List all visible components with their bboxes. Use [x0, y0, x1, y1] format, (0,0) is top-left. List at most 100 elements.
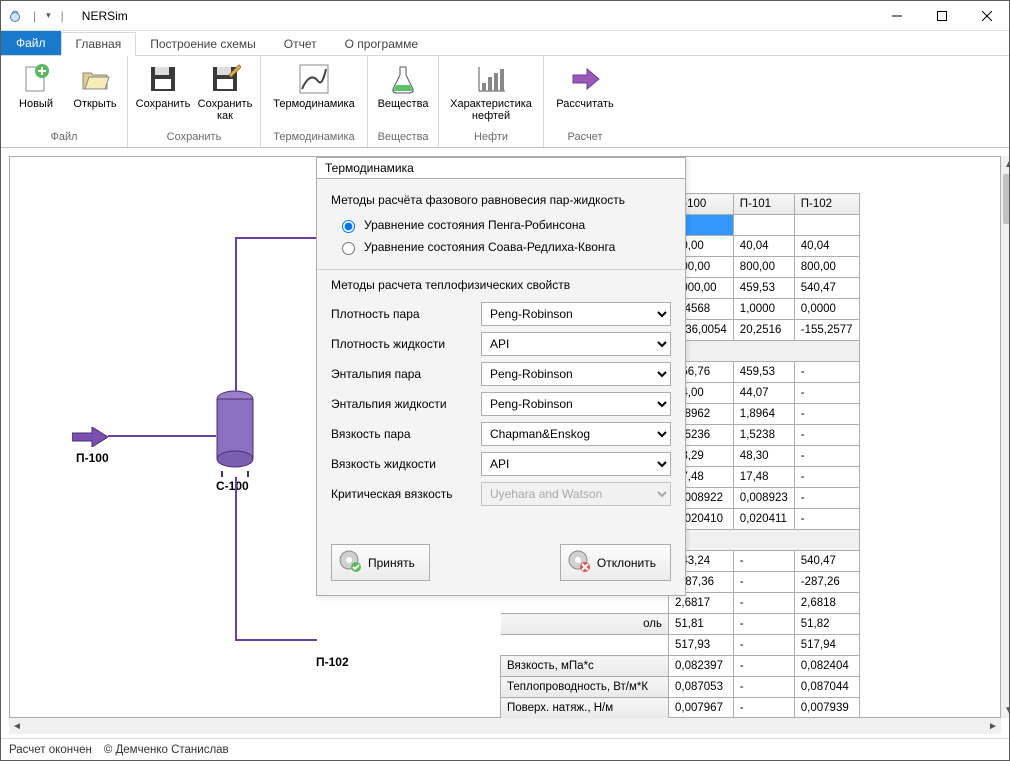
table-cell[interactable]: 0,007939: [794, 698, 859, 719]
open-button[interactable]: Открыть: [69, 60, 121, 110]
section-phase-equilibrium: Методы расчёта фазового равновесия пар-ж…: [331, 193, 671, 207]
tab-about[interactable]: О программе: [331, 33, 432, 55]
tab-file[interactable]: Файл: [1, 31, 61, 55]
col-header-p102[interactable]: П-102: [794, 194, 859, 215]
minimize-button[interactable]: [874, 1, 919, 30]
stream-arrow-p100[interactable]: [72, 427, 108, 447]
table-cell[interactable]: -: [733, 572, 794, 593]
save-button[interactable]: Сохранить: [134, 60, 192, 122]
scroll-down-icon[interactable]: ▼: [1001, 702, 1009, 718]
table-cell[interactable]: 0,087044: [794, 677, 859, 698]
table-cell[interactable]: 800,00: [733, 257, 794, 278]
close-button[interactable]: [964, 1, 1009, 30]
label-vapor-enthalpy: Энтальпия пара: [331, 367, 481, 381]
accept-label: Принять: [368, 556, 415, 570]
table-cell[interactable]: 0,008923: [733, 488, 794, 509]
table-cell[interactable]: 540,47: [794, 551, 859, 572]
table-cell[interactable]: 517,93: [669, 635, 734, 656]
table-cell[interactable]: -: [733, 551, 794, 572]
horizontal-scrollbar[interactable]: ◄ ►: [9, 718, 1001, 734]
table-cell[interactable]: 51,82: [794, 614, 859, 635]
radio-input-pr[interactable]: [342, 220, 355, 233]
accept-button[interactable]: Принять: [331, 544, 430, 581]
table-cell[interactable]: 17,48: [733, 467, 794, 488]
thermo-button[interactable]: Термодинамика: [267, 60, 361, 110]
table-cell[interactable]: -: [794, 425, 859, 446]
select-critical-viscosity: Uyehara and Watson: [481, 482, 671, 506]
table-cell[interactable]: -: [794, 488, 859, 509]
canvas[interactable]: П-100 С-100 П-102: [9, 156, 1001, 718]
table-cell[interactable]: 540,47: [794, 278, 859, 299]
radio-input-srk[interactable]: [342, 242, 355, 255]
tab-report[interactable]: Отчет: [270, 33, 331, 55]
table-cell[interactable]: 517,94: [794, 635, 859, 656]
table-cell[interactable]: 40,04: [733, 236, 794, 257]
select-vapor-density[interactable]: Peng-Robinson: [481, 302, 671, 326]
scroll-up-icon[interactable]: ▲: [1001, 156, 1009, 172]
separator-c100[interactable]: [210, 387, 260, 477]
qat-separator: |: [33, 9, 36, 23]
select-vapor-viscosity[interactable]: Chapman&Enskog: [481, 422, 671, 446]
ribbon-group-substances: Вещества Вещества: [368, 56, 439, 147]
table-cell[interactable]: -: [733, 677, 794, 698]
reject-button[interactable]: Отклонить: [560, 544, 671, 581]
table-cell[interactable]: 51,81: [669, 614, 734, 635]
table-cell[interactable]: 1,0000: [733, 299, 794, 320]
table-cell[interactable]: -: [794, 404, 859, 425]
table-cell[interactable]: -: [733, 614, 794, 635]
scroll-right-icon[interactable]: ►: [985, 718, 1001, 734]
table-cell[interactable]: -: [794, 446, 859, 467]
table-cell[interactable]: -: [733, 593, 794, 614]
radio-soave-redlich-kwong[interactable]: Уравнение состояния Соава-Редлиха-Квонга: [337, 239, 671, 255]
table-cell[interactable]: 0,020411: [733, 509, 794, 530]
table-cell[interactable]: -: [794, 509, 859, 530]
table-cell[interactable]: 459,53: [733, 278, 794, 299]
select-vapor-enthalpy[interactable]: Peng-Robinson: [481, 362, 671, 386]
saveas-button[interactable]: Сохранить как: [196, 60, 254, 122]
vertical-scrollbar[interactable]: ▲ ▼: [1001, 156, 1009, 718]
calculate-button[interactable]: Рассчитать: [550, 60, 620, 110]
table-cell[interactable]: -287,26: [794, 572, 859, 593]
radio-label: Уравнение состояния Соава-Редлиха-Квонга: [364, 240, 615, 254]
ribbon-group-calc: Рассчитать Расчет: [544, 56, 626, 147]
tab-scheme[interactable]: Построение схемы: [136, 33, 270, 55]
scroll-thumb[interactable]: [1003, 174, 1009, 224]
table-cell[interactable]: -: [733, 656, 794, 677]
table-cell[interactable]: 0,007967: [669, 698, 734, 719]
table-cell[interactable]: -: [733, 635, 794, 656]
table-cell[interactable]: 459,53: [733, 362, 794, 383]
table-cell[interactable]: 0,0000: [794, 299, 859, 320]
table-cell[interactable]: -: [733, 698, 794, 719]
table-cell[interactable]: -: [794, 362, 859, 383]
scroll-left-icon[interactable]: ◄: [9, 718, 25, 734]
table-cell[interactable]: 1,8964: [733, 404, 794, 425]
ribbon-body: Новый Открыть Файл Сохранить Сохранить к…: [1, 56, 1009, 148]
table-cell[interactable]: 0,082397: [669, 656, 734, 677]
table-cell[interactable]: -155,2577: [794, 320, 859, 341]
col-header-p101[interactable]: П-101: [733, 194, 794, 215]
table-cell[interactable]: 48,30: [733, 446, 794, 467]
table-cell[interactable]: 44,07: [733, 383, 794, 404]
table-cell[interactable]: -: [794, 467, 859, 488]
oils-button[interactable]: Характеристика нефтей: [445, 60, 537, 122]
table-cell[interactable]: 800,00: [794, 257, 859, 278]
table-cell[interactable]: 0,082404: [794, 656, 859, 677]
open-label: Открыть: [73, 98, 116, 110]
tab-main[interactable]: Главная: [61, 32, 137, 56]
table-cell[interactable]: 2,6818: [794, 593, 859, 614]
radio-peng-robinson[interactable]: Уравнение состояния Пенга-Робинсона: [337, 217, 671, 233]
table-cell[interactable]: 0,087053: [669, 677, 734, 698]
group-caption-save: Сохранить: [128, 129, 260, 147]
substances-button[interactable]: Вещества: [374, 60, 432, 110]
table-cell[interactable]: 20,2516: [733, 320, 794, 341]
label-critical-viscosity: Критическая вязкость: [331, 487, 481, 501]
select-liquid-enthalpy[interactable]: Peng-Robinson: [481, 392, 671, 416]
table-cell[interactable]: 40,04: [794, 236, 859, 257]
table-cell[interactable]: 1,5238: [733, 425, 794, 446]
qat-dropdown-icon[interactable]: ▾: [46, 10, 51, 21]
select-liquid-viscosity[interactable]: API: [481, 452, 671, 476]
select-liquid-density[interactable]: API: [481, 332, 671, 356]
maximize-button[interactable]: [919, 1, 964, 30]
table-cell[interactable]: -: [794, 383, 859, 404]
new-button[interactable]: Новый: [7, 60, 65, 110]
